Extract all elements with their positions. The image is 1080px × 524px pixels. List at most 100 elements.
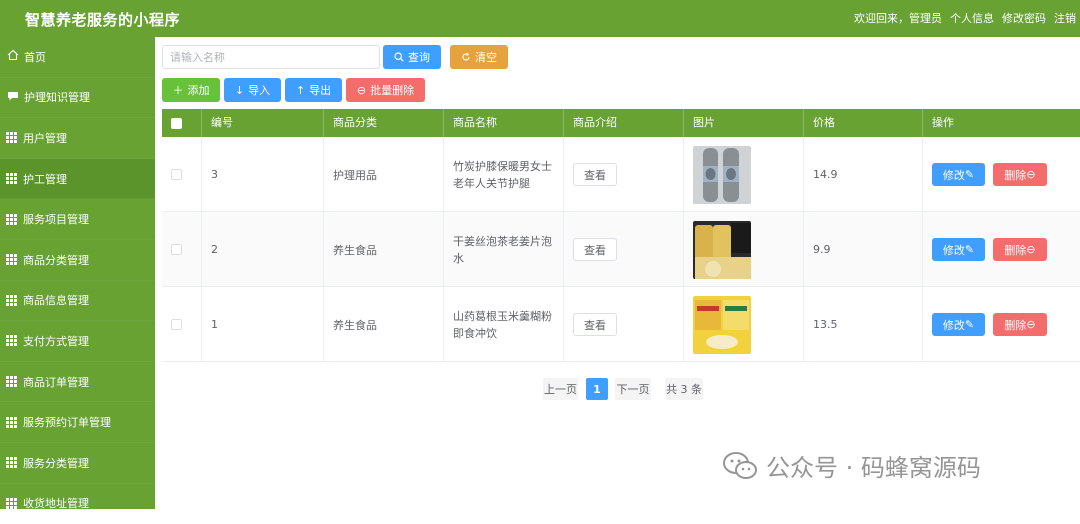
sidebar-item-home[interactable]: 首页 xyxy=(0,37,155,78)
sidebar-item-product-categories[interactable]: 商品分类管理 xyxy=(0,240,155,281)
sidebar-item-nursing-knowledge[interactable]: 护理知识管理 xyxy=(0,78,155,119)
refresh-icon xyxy=(462,52,470,61)
top-header: 智慧养老服务的小程序 欢迎回来，管理员 个人信息 修改密码 注销 xyxy=(0,0,1080,37)
sidebar-item-service-items[interactable]: 服务项目管理 xyxy=(0,199,155,240)
next-page-button[interactable]: 下一页 xyxy=(615,378,651,400)
table-header: 编号 商品分类 商品名称 商品介绍 图片 价格 操作 xyxy=(162,109,1080,137)
row-checkbox[interactable] xyxy=(171,244,182,255)
grid-icon xyxy=(6,173,17,185)
import-label: 导入 xyxy=(248,84,271,97)
cell-category: 养生食品 xyxy=(324,287,444,362)
sidebar-item-label: 商品订单管理 xyxy=(23,375,89,389)
view-intro-button[interactable]: 查看 xyxy=(573,313,617,336)
grid-icon xyxy=(6,457,17,469)
edit-icon: ✎ xyxy=(964,243,975,256)
sidebar-item-shipping-addresses[interactable]: 收货地址管理 xyxy=(0,484,155,524)
view-intro-button[interactable]: 查看 xyxy=(573,238,617,261)
table-row: 2 养生食品 干姜丝泡茶老姜片泡水 查看 9.9 修改 ✎ 删除 ⊖ xyxy=(162,212,1080,287)
query-label: 查询 xyxy=(408,51,430,64)
export-button[interactable]: ↑ 导出 xyxy=(285,78,342,102)
grid-icon xyxy=(6,416,17,428)
cell-price: 14.9 xyxy=(804,137,923,212)
watermark: 公众号 · 码蜂窝源码 xyxy=(722,448,981,483)
import-button[interactable]: ↓ 导入 xyxy=(224,78,281,102)
add-button[interactable]: ＋ 添加 xyxy=(162,78,220,102)
profile-link[interactable]: 个人信息 xyxy=(950,10,994,26)
row-checkbox[interactable] xyxy=(171,319,182,330)
sidebar-item-label: 护理知识管理 xyxy=(24,91,90,105)
delete-button[interactable]: 删除 ⊖ xyxy=(993,163,1047,186)
sidebar-item-product-info[interactable]: 商品信息管理 xyxy=(0,281,155,322)
column-header[interactable]: 商品介绍 xyxy=(564,109,684,137)
page-number-button[interactable]: 1 xyxy=(586,378,608,400)
add-label: 添加 xyxy=(187,84,210,97)
batch-delete-button[interactable]: ⊖ 批量删除 xyxy=(346,78,425,102)
sidebar-item-service-categories[interactable]: 服务分类管理 xyxy=(0,443,155,484)
delete-label: 删除 xyxy=(1004,243,1027,257)
sidebar-item-service-booking-orders[interactable]: 服务预约订单管理 xyxy=(0,402,155,443)
product-image-ginger-tea xyxy=(693,220,751,279)
edit-label: 修改 xyxy=(942,243,965,257)
table-row: 1 养生食品 山药葛根玉米羹糊粉即食冲饮 查看 13.5 修改 ✎ 删除 ⊖ xyxy=(162,287,1080,362)
product-image-knee-pad xyxy=(693,145,751,204)
cell-id: 3 xyxy=(202,137,324,212)
edit-button[interactable]: 修改 ✎ xyxy=(932,238,985,261)
delete-button[interactable]: 删除 ⊖ xyxy=(993,313,1047,336)
query-button[interactable]: 查询 xyxy=(383,45,441,69)
cell-category: 护理用品 xyxy=(324,137,444,212)
change-password-link[interactable]: 修改密码 xyxy=(1002,10,1046,26)
sidebar-item-caregivers[interactable]: 护工管理 xyxy=(0,158,155,200)
delete-label: 删除 xyxy=(1004,318,1027,332)
cell-category: 养生食品 xyxy=(324,212,444,287)
cell-price: 9.9 xyxy=(804,212,923,287)
grid-icon xyxy=(6,213,17,225)
main-content: 查询 清空 ＋ 添加 ↓ 导入 ↑ 导出 ⊖ 批量删除 编号 商品分类 商品名称… xyxy=(155,37,1080,509)
arrow-up-icon: ↑ xyxy=(295,83,306,97)
app-title: 智慧养老服务的小程序 xyxy=(25,11,181,29)
sidebar-item-product-orders[interactable]: 商品订单管理 xyxy=(0,362,155,403)
clear-label: 清空 xyxy=(475,51,497,64)
edit-button[interactable]: 修改 ✎ xyxy=(932,313,985,336)
prev-page-button[interactable]: 上一页 xyxy=(543,378,578,400)
header-select-cell xyxy=(162,109,202,137)
wechat-icon xyxy=(723,451,757,479)
cell-price: 13.5 xyxy=(804,287,923,362)
view-intro-button[interactable]: 查看 xyxy=(573,163,617,186)
edit-label: 修改 xyxy=(942,168,965,182)
welcome-text: 欢迎回来，管理员 xyxy=(854,12,942,25)
chat-icon xyxy=(6,90,20,105)
column-header[interactable]: 商品分类 xyxy=(324,109,444,137)
watermark-text: 公众号 · 码蜂窝源码 xyxy=(766,454,981,482)
minus-circle-icon: ⊖ xyxy=(1026,318,1036,331)
logout-link[interactable]: 注销 xyxy=(1054,10,1076,26)
grid-icon xyxy=(6,132,17,144)
row-checkbox[interactable] xyxy=(171,169,182,180)
sidebar-item-payment-methods[interactable]: 支付方式管理 xyxy=(0,321,155,362)
minus-circle-icon: ⊖ xyxy=(1026,168,1036,181)
column-header[interactable]: 操作 xyxy=(923,109,1080,137)
cell-name: 竹炭护膝保暖男女士老年人关节护腿 xyxy=(444,137,564,212)
column-header[interactable]: 商品名称 xyxy=(444,109,564,137)
delete-button[interactable]: 删除 ⊖ xyxy=(993,238,1047,261)
edit-icon: ✎ xyxy=(964,318,975,331)
column-header[interactable]: 价格 xyxy=(804,109,923,137)
search-input[interactable] xyxy=(162,45,380,69)
cell-name: 干姜丝泡茶老姜片泡水 xyxy=(444,212,564,287)
header-actions: 欢迎回来，管理员 个人信息 修改密码 注销 xyxy=(854,10,1076,26)
edit-button[interactable]: 修改 ✎ xyxy=(932,163,985,186)
sidebar-item-label: 支付方式管理 xyxy=(23,334,89,348)
table-row: 3 护理用品 竹炭护膝保暖男女士老年人关节护腿 查看 14.9 修改 ✎ 删除 ⊖ xyxy=(162,137,1080,212)
column-header[interactable]: 编号 xyxy=(202,109,324,137)
grid-icon xyxy=(6,376,17,388)
select-all-checkbox[interactable] xyxy=(171,117,182,129)
sidebar-item-label: 商品信息管理 xyxy=(23,294,89,308)
arrow-down-icon: ↓ xyxy=(234,83,245,97)
grid-icon xyxy=(6,335,17,347)
sidebar-item-users[interactable]: 用户管理 xyxy=(0,118,155,159)
sidebar-item-label: 服务项目管理 xyxy=(23,213,89,227)
clear-button[interactable]: 清空 xyxy=(450,45,508,69)
sidebar-item-label: 首页 xyxy=(24,50,46,64)
edit-label: 修改 xyxy=(942,318,965,332)
product-table: 编号 商品分类 商品名称 商品介绍 图片 价格 操作 3 护理用品 竹炭护膝保暖… xyxy=(162,109,1080,362)
column-header[interactable]: 图片 xyxy=(684,109,804,137)
